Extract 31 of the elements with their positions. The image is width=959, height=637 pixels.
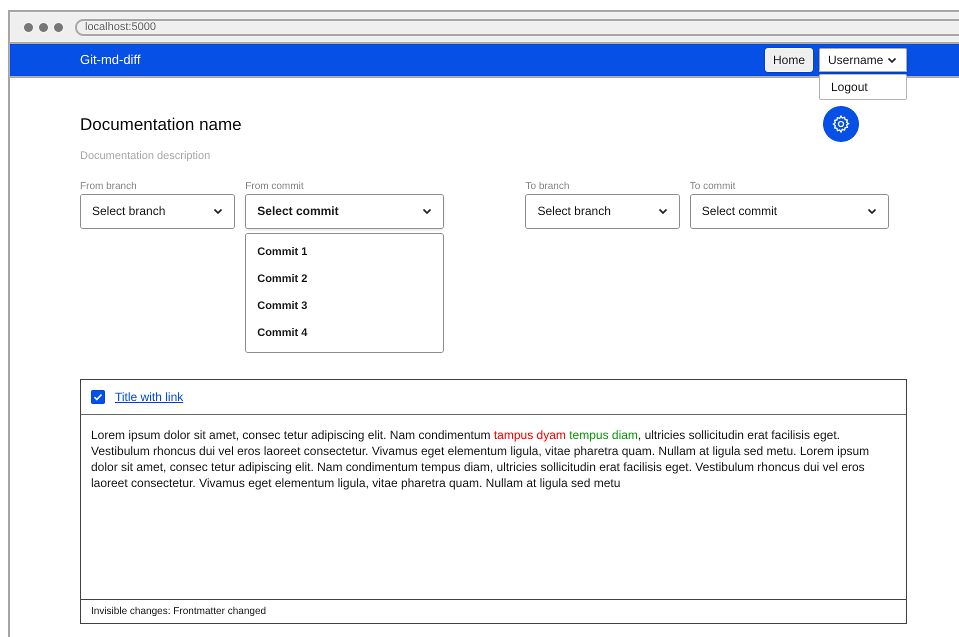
menu-item[interactable]: Logout (820, 75, 906, 99)
field-label: From commit (245, 180, 305, 194)
chevron-down-icon (658, 208, 668, 214)
checkmark-icon (93, 392, 103, 402)
chevron-down-icon (213, 208, 224, 214)
field-label: To branch (525, 180, 570, 194)
dropdown-option[interactable]: Commit 3 (246, 292, 444, 320)
settings-button[interactable] (823, 106, 859, 142)
select-dropdown[interactable]: Select commit (245, 194, 444, 228)
user-menu-button[interactable]: Username (819, 48, 907, 72)
select-dropdown[interactable]: Select branch (525, 194, 680, 228)
settings-icon (831, 114, 851, 134)
address-bar[interactable]: localhost:5000 (75, 18, 959, 36)
checkbox[interactable] (91, 390, 105, 404)
footer-text: Invisible changes: Frontmatter changed (91, 605, 266, 619)
page-description: Documentation description (80, 149, 212, 164)
select-dropdown[interactable]: Select branch (80, 194, 236, 228)
brand-title[interactable]: Git-md-diff (80, 50, 140, 70)
field-label: To commit (690, 180, 736, 194)
field-label: From branch (80, 180, 138, 194)
dropdown-option[interactable]: Commit 4 (246, 320, 444, 346)
home-button[interactable]: Home (764, 48, 813, 72)
title-link[interactable]: Title with link (115, 388, 184, 406)
dropdown-option[interactable]: Commit 2 (246, 266, 444, 292)
dropdown-option[interactable]: Commit 1 (246, 238, 444, 266)
select-dropdown[interactable]: Select commit (690, 194, 889, 228)
diff-paragraph: Lorem ipsum dolor sit amet, consec tetur adipiscing elit. Nam condimentum tampus dyam tempus diam, ultricies sollicitudin erat facilisis eget. Vestibulum rhoncus dui vel eros laoreet consectetur. Vivamus eget elementum ligula, vitae pharetra quam. Nullam at ligula sed metu. Lorem ipsum dolor sit amet, consec tetur adipiscing elit. Nam condimentum tempus diam, ultricies sollicitudin erat facilisis eget. Vestibulum rhoncus dui vel eros laoreet consectetur. Vivamus eget elementum ligula, vitae pharetra quam. Nullam at ligula sed metu (91, 427, 870, 491)
chevron-down-icon (422, 208, 432, 214)
chevron-down-icon (887, 56, 898, 64)
page-title: Documentation name (80, 114, 243, 136)
chevron-down-icon (867, 208, 877, 214)
